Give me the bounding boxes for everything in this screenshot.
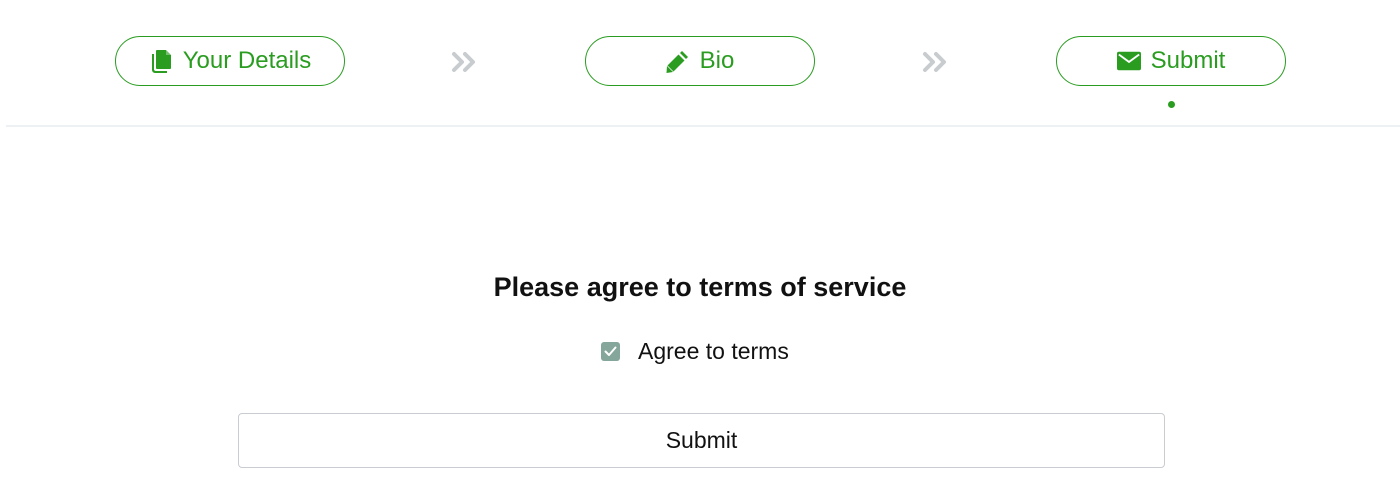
step-label: Your Details bbox=[182, 47, 312, 74]
agree-label: Agree to terms bbox=[638, 337, 789, 364]
step-submit[interactable]: Submit bbox=[1056, 36, 1286, 86]
envelope-icon bbox=[1116, 49, 1141, 73]
submit-button[interactable]: Submit bbox=[238, 413, 1165, 468]
step-your-details[interactable]: Your Details bbox=[115, 36, 345, 86]
pencil-icon bbox=[666, 49, 690, 73]
page: Your Details Bio Submit Please agree to … bbox=[0, 0, 1400, 504]
agree-checkbox[interactable] bbox=[601, 341, 620, 361]
wizard-steps: Your Details Bio Submit bbox=[0, 0, 1400, 127]
terms-heading: Please agree to terms of service bbox=[493, 272, 907, 302]
double-chevron-right-icon bbox=[451, 50, 479, 74]
divider bbox=[6, 125, 1400, 127]
step-label: Submit bbox=[1150, 47, 1226, 74]
active-step-indicator bbox=[1168, 101, 1175, 108]
copy-icon bbox=[149, 49, 173, 73]
checkmark-icon bbox=[604, 346, 617, 356]
step-label: Bio bbox=[699, 47, 735, 74]
step-bio[interactable]: Bio bbox=[585, 36, 815, 86]
double-chevron-right-icon bbox=[922, 50, 950, 74]
agree-checkbox-row[interactable]: Agree to terms bbox=[601, 336, 789, 366]
